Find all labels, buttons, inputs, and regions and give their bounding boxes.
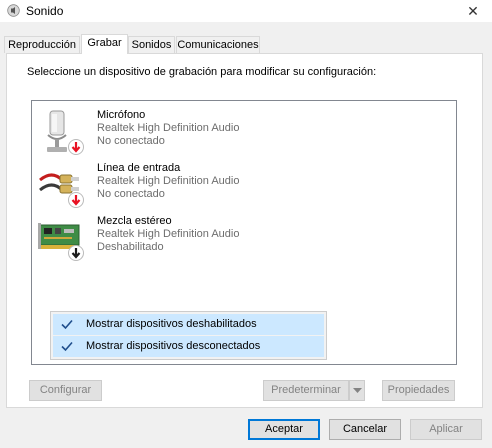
cancel-button[interactable]: Cancelar <box>329 419 401 440</box>
apply-button[interactable]: Aplicar <box>410 419 482 440</box>
device-status: No conectado <box>97 188 165 200</box>
title-bar: Sonido ✕ <box>0 0 492 22</box>
properties-button[interactable]: Propiedades <box>382 380 455 401</box>
speaker-app-icon <box>7 4 20 17</box>
device-name: Línea de entrada <box>97 162 181 174</box>
set-default-button[interactable]: Predeterminar <box>263 380 349 401</box>
sound-dialog: Sonido ✕ Reproducción Grabar Sonidos Com… <box>0 0 492 448</box>
tab-comunicaciones[interactable]: Comunicaciones <box>176 36 260 53</box>
configure-button[interactable]: Configurar <box>29 380 102 401</box>
device-stereo-mix[interactable]: Mezcla estéreo Realtek High Definition A… <box>38 215 438 263</box>
tab-sonidos[interactable]: Sonidos <box>128 36 175 53</box>
device-name: Micrófono <box>97 109 146 121</box>
device-status: Deshabilitado <box>97 241 164 253</box>
instruction-text: Seleccione un dispositivo de grabación p… <box>27 66 377 78</box>
menu-item-show-disconnected[interactable]: Mostrar dispositivos desconectados <box>53 336 324 357</box>
close-icon: ✕ <box>467 3 479 19</box>
device-name: Mezcla estéreo <box>97 215 172 227</box>
device-status: No conectado <box>97 135 165 147</box>
tab-reproduccion[interactable]: Reproducción <box>4 36 80 53</box>
device-line-in[interactable]: Línea de entrada Realtek High Definition… <box>38 162 438 210</box>
set-default-dropdown[interactable] <box>349 380 365 401</box>
checkmark-icon <box>61 319 73 330</box>
close-button[interactable]: ✕ <box>462 1 484 21</box>
menu-item-label: Mostrar dispositivos desconectados <box>86 340 261 352</box>
ok-button[interactable]: Aceptar <box>248 419 320 440</box>
device-driver: Realtek High Definition Audio <box>97 228 240 240</box>
context-menu: Mostrar dispositivos deshabilitados Most… <box>50 311 327 360</box>
menu-item-label: Mostrar dispositivos deshabilitados <box>86 318 257 330</box>
menu-item-show-disabled[interactable]: Mostrar dispositivos deshabilitados <box>53 314 324 335</box>
checkmark-icon <box>61 341 73 352</box>
microphone-icon <box>47 110 84 155</box>
sound-card-icon <box>38 223 84 261</box>
device-microphone[interactable]: Micrófono Realtek High Definition Audio … <box>38 109 438 157</box>
chevron-down-icon <box>353 388 362 393</box>
window-title: Sonido <box>26 4 64 18</box>
device-driver: Realtek High Definition Audio <box>97 122 240 134</box>
device-driver: Realtek High Definition Audio <box>97 175 240 187</box>
tab-grabar[interactable]: Grabar <box>81 34 128 54</box>
rca-cable-icon <box>39 173 84 208</box>
